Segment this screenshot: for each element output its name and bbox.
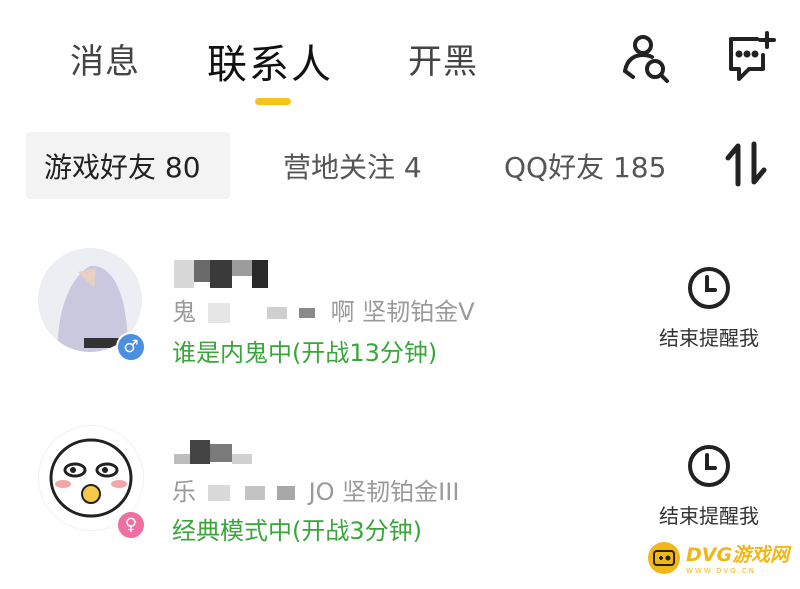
new-chat-icon[interactable] [722, 28, 780, 86]
contact-rank: 鬼 啊 坚韧铂金V [172, 292, 475, 327]
clock-icon [688, 267, 730, 309]
watermark: DVG游戏网 WWW.DVG.CN [648, 540, 789, 575]
remind-label: 结束提醒我 [659, 326, 759, 350]
rank-prefix: 乐 [172, 478, 196, 506]
tab-messages[interactable]: 消息 [70, 34, 140, 83]
subtab-camp-follow[interactable]: 营地关注 4 [283, 132, 422, 199]
game-status: 经典模式中(开战3分钟) [172, 517, 422, 545]
clock-icon [688, 445, 730, 487]
contact-name-masked [174, 260, 268, 288]
game-status: 谁是内鬼中(开战13分钟) [172, 339, 438, 367]
remind-me-button[interactable]: 结束提醒我 [644, 264, 774, 351]
rank-text: JO 坚韧铂金III [308, 478, 460, 506]
remind-label: 结束提醒我 [659, 504, 759, 528]
active-tab-indicator [255, 98, 291, 105]
rank-prefix: 鬼 [172, 298, 196, 326]
find-person-icon[interactable] [618, 30, 674, 86]
gamepad-icon [648, 541, 680, 574]
female-gender-badge: ♀ [116, 510, 146, 540]
sort-icon[interactable] [722, 140, 770, 188]
watermark-title: DVG游戏网 [686, 544, 790, 566]
subtab-game-friends[interactable]: 游戏好友 80 [26, 132, 230, 199]
contact-name-masked [174, 440, 252, 464]
contact-rank: 乐 JO 坚韧铂金III [172, 472, 459, 507]
rank-text: 啊 坚韧铂金V [330, 298, 475, 326]
watermark-sub: WWW.DVG.CN [686, 567, 757, 575]
tab-team-up[interactable]: 开黑 [408, 34, 478, 83]
male-gender-badge: ♂ [116, 332, 146, 362]
remind-me-button[interactable]: 结束提醒我 [644, 442, 774, 529]
subtab-qq-friends[interactable]: QQ好友 185 [504, 132, 666, 199]
tab-contacts[interactable]: 联系人 [207, 32, 333, 90]
